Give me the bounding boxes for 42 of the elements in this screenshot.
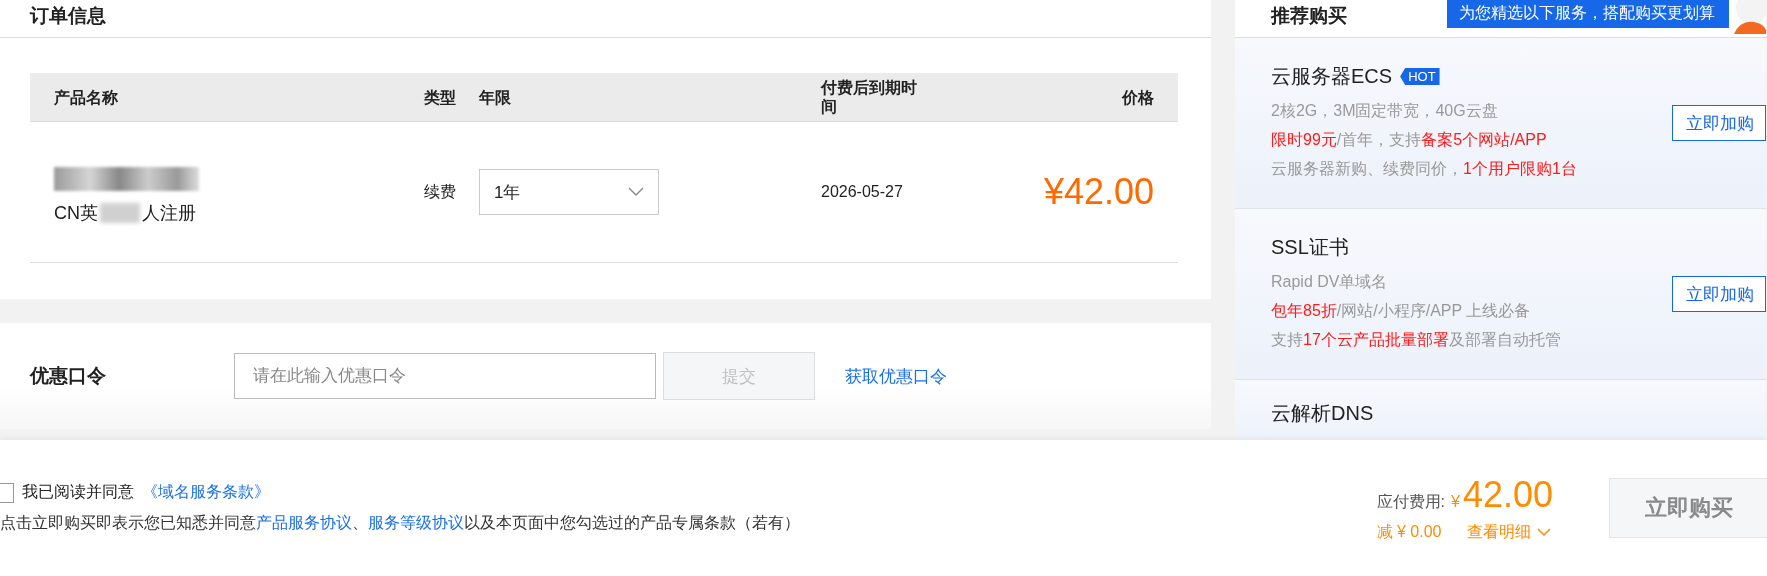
total-price: 42.00 — [1462, 473, 1553, 516]
add-button[interactable]: 立即加购 — [1671, 276, 1766, 312]
product-feature: 支持17个云产品批量部署及部署自动托管 — [1271, 330, 1562, 350]
column-header: 付费后到期时间 — [821, 78, 918, 116]
column-header: 年限 — [479, 87, 512, 107]
notice-text: 点击立即购买即表示您已知悉并同意产品服务协议、服务等级协议以及本页面中您勾选过的产品专属条款（若有） — [0, 513, 800, 533]
agree-checkbox[interactable] — [0, 482, 14, 503]
agree-text: 我已阅读并同意 — [22, 482, 134, 502]
table-cell-text: 2026-05-27 — [821, 183, 904, 201]
column-header: 产品名称 — [53, 87, 119, 107]
add-button[interactable]: 立即加购 — [1671, 105, 1766, 141]
hot-badge: HOT — [1400, 68, 1440, 85]
product-feature: 2核2G，3M固定带宽，40G云盘 — [1271, 101, 1499, 121]
period-dropdown[interactable]: 1年 — [479, 169, 659, 215]
product-feature: 云服务器新购、续费同价，1个用户限购1台 — [1271, 159, 1578, 179]
agreement-link[interactable]: 产品服务协议 — [256, 514, 352, 531]
total-label: 应付费用: — [1376, 491, 1445, 512]
chevron-down-icon — [628, 187, 644, 197]
column-header: 价格 — [1120, 87, 1155, 107]
product-name: CN英 — [54, 202, 98, 225]
discount-text: 减 ¥ 0.00 — [1376, 521, 1442, 542]
column-header: 类型 — [424, 87, 457, 107]
agreement-link[interactable]: 服务等级协议 — [368, 514, 464, 531]
terms-link[interactable]: 《域名服务条款》 — [142, 482, 270, 503]
price-text: ¥42.00 — [1042, 171, 1155, 213]
product-title: SSL证书 — [1271, 235, 1349, 260]
coupon-link[interactable]: 获取优惠口令 — [845, 364, 947, 388]
product-title: 云服务器ECS — [1271, 64, 1393, 89]
product-name: 人注册 — [142, 202, 196, 225]
coupon-input-field[interactable]: 请在此输入优惠口令 — [234, 353, 656, 399]
product-title: 云解析DNS — [1271, 401, 1374, 426]
blurred-text — [100, 203, 140, 223]
section-title: 推荐购买 — [1271, 4, 1348, 28]
promo-banner: 为您精选以下服务，搭配购买更划算 — [1447, 0, 1729, 28]
table-cell-text: 续费 — [424, 181, 457, 202]
currency-sign: ¥ — [1451, 492, 1460, 511]
coupon-label: 优惠口令 — [30, 364, 107, 388]
product-feature: Rapid DV单域名 — [1271, 272, 1389, 292]
chevron-down-icon — [1537, 527, 1552, 537]
product-feature: 限时99元/首年，支持备案5个网站/APP — [1271, 130, 1548, 150]
product-feature: 包年85折/网站/小程序/APP 上线必备 — [1271, 301, 1532, 321]
section-title: 订单信息 — [30, 4, 107, 28]
